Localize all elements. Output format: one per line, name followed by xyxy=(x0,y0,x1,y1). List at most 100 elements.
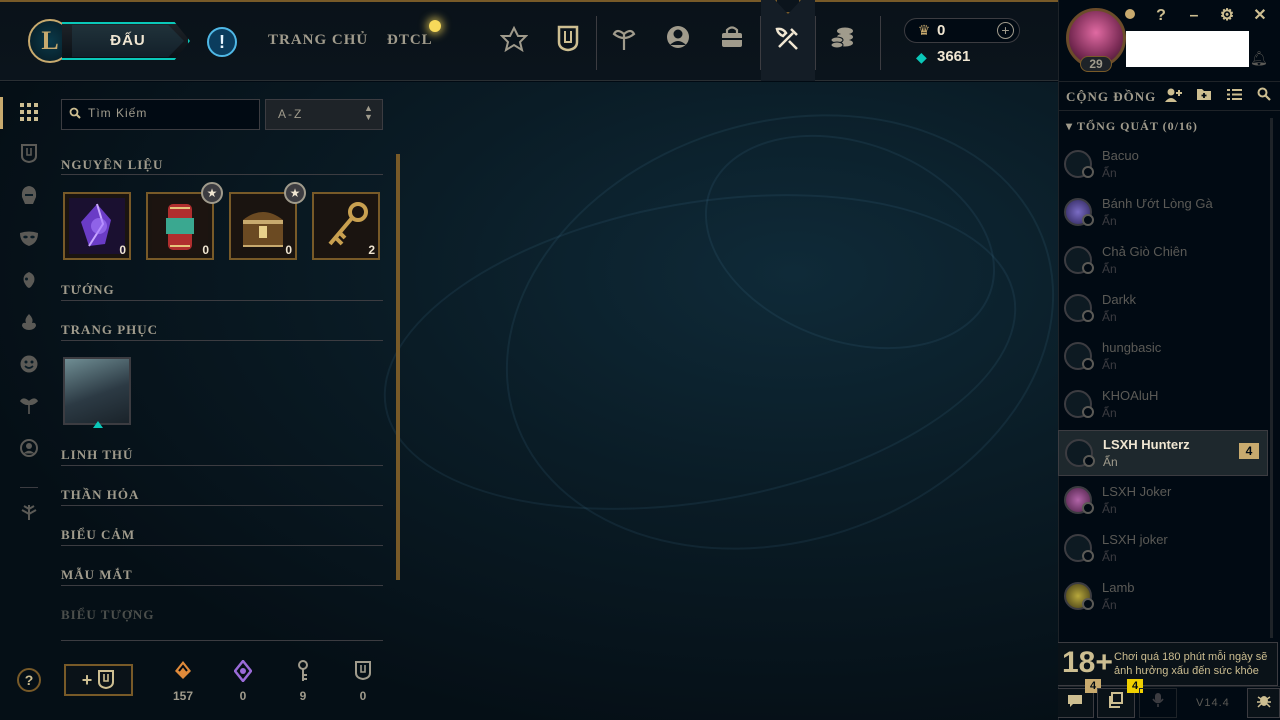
emote-face-icon[interactable] xyxy=(14,352,44,382)
collection-token-icon xyxy=(353,660,373,681)
nav-divider xyxy=(880,16,881,70)
loot-icon[interactable] xyxy=(773,24,803,58)
add-friend-icon[interactable] xyxy=(1165,87,1183,105)
play-button[interactable]: ĐẤU xyxy=(72,25,184,57)
bug-report-button[interactable] xyxy=(1247,688,1280,718)
friend-name: Bacuo xyxy=(1102,148,1139,163)
store-icon[interactable] xyxy=(717,24,747,58)
microphone-icon xyxy=(1152,693,1164,707)
minimize-button[interactable]: – xyxy=(1184,6,1204,26)
settings-button[interactable]: ⚙ xyxy=(1217,6,1237,26)
ward-skin-icon[interactable] xyxy=(14,394,44,424)
bug-icon xyxy=(1256,696,1271,708)
missions-icon xyxy=(1109,692,1123,708)
sort-chevron-icon: ▲ ▼ xyxy=(364,103,373,122)
list-item[interactable]: LSXH Hunterz Ẩn 4 xyxy=(1058,430,1268,476)
mythic-essence-value: 0 xyxy=(239,689,247,703)
craft-button[interactable]: + xyxy=(64,664,133,696)
buy-rp-button[interactable]: + xyxy=(997,22,1014,39)
collection-filter-icon[interactable] xyxy=(14,142,44,172)
summoner-name-box[interactable] xyxy=(1126,31,1249,67)
friend-group-header[interactable]: ▾ TỔNG QUÁT (0/16) xyxy=(1066,119,1198,134)
profile-icon[interactable] xyxy=(663,24,693,58)
client-version: V14.4 xyxy=(1196,697,1230,709)
list-item[interactable]: Chả Giò Chiên Ẩn xyxy=(1058,238,1268,284)
friend-status: Ẩn xyxy=(1102,406,1117,420)
help-button[interactable]: ? xyxy=(1151,6,1171,26)
friend-status: Ẩn xyxy=(1102,214,1117,228)
collection-token-icon xyxy=(98,670,115,690)
collection-icon[interactable] xyxy=(553,24,583,58)
list-item[interactable]: KHOAluH Ẩn xyxy=(1058,382,1268,428)
friend-avatar xyxy=(1064,198,1094,226)
nav-tft[interactable]: ĐTCL xyxy=(387,32,433,49)
friend-name: Chả Giò Chiên xyxy=(1102,244,1188,259)
list-item[interactable]: LSXH Joker Ẩn xyxy=(1058,478,1268,524)
list-item[interactable]: hungbasic Ẩn xyxy=(1058,334,1268,380)
loot-chest-item[interactable]: 0 xyxy=(229,192,297,260)
friend-name: KHOAluH xyxy=(1102,388,1159,403)
friend-avatar xyxy=(1065,439,1095,467)
friends-scrollbar[interactable] xyxy=(1270,118,1273,638)
add-folder-icon[interactable] xyxy=(1195,87,1213,105)
list-item[interactable]: Darkk Ẩn xyxy=(1058,286,1268,332)
plus-icon: + xyxy=(81,670,93,690)
star-icon: ★ xyxy=(201,182,223,204)
close-button[interactable]: ✕ xyxy=(1250,6,1270,26)
friend-avatar xyxy=(1064,294,1094,322)
sidebar-divider xyxy=(20,487,38,488)
loot-help-button[interactable]: ? xyxy=(17,668,41,692)
category-skins[interactable]: TRANG PHỤC xyxy=(61,322,158,338)
category-emotes[interactable]: BIỂU CẢM xyxy=(61,527,135,543)
ward-flame-icon[interactable] xyxy=(14,310,44,340)
search-input[interactable] xyxy=(88,106,256,120)
tft-filter-icon[interactable] xyxy=(14,500,44,530)
category-materials[interactable]: NGUYÊN LIỆU xyxy=(61,157,163,173)
category-icons[interactable]: BIỂU TƯỢNG xyxy=(61,607,154,623)
all-items-icon[interactable] xyxy=(14,100,44,130)
tft-icon[interactable] xyxy=(609,24,639,58)
category-wards[interactable]: THẦN HỎA xyxy=(61,487,139,503)
key-icon xyxy=(318,198,374,254)
honor-icon[interactable] xyxy=(499,24,529,58)
loot-capsule-item[interactable]: 0 xyxy=(146,192,214,260)
health-warning-text: Chơi quá 180 phút mỗi ngày sẽ ảnh hưởng … xyxy=(1114,651,1268,677)
category-champions[interactable]: TƯỚNG xyxy=(61,282,115,298)
list-item[interactable]: Lamb Ẩn xyxy=(1058,574,1268,620)
skin-mask-icon[interactable] xyxy=(14,226,44,256)
friend-name: LSXH joker xyxy=(1102,532,1168,547)
list-item[interactable]: Bánh Ướt Lòng Gà Ẩn xyxy=(1058,190,1268,236)
category-divider xyxy=(61,640,383,641)
orange-essence-value: 157 xyxy=(172,689,194,703)
alert-icon[interactable]: ! xyxy=(207,27,237,57)
sort-value: A-Z xyxy=(278,107,304,121)
blue-essence-icon: ◆ xyxy=(916,49,927,65)
friend-status: Ẩn xyxy=(1102,550,1117,564)
essence-crystal-icon xyxy=(69,198,125,254)
category-pets[interactable]: LINH THÚ xyxy=(61,447,133,463)
summoner-icon-filter-icon[interactable] xyxy=(14,436,44,466)
list-view-icon[interactable] xyxy=(1225,87,1243,105)
friend-status: Ẩn xyxy=(1102,358,1117,372)
friend-name: Lamb xyxy=(1102,580,1135,595)
list-item[interactable]: Bacuo Ẩn xyxy=(1058,142,1268,188)
list-item[interactable]: LSXH joker Ẩn xyxy=(1058,526,1268,572)
category-eyes[interactable]: MẪU MẮT xyxy=(61,567,133,583)
voice-button[interactable] xyxy=(1139,688,1177,718)
friend-avatar xyxy=(1064,534,1094,562)
friend-status: Ẩn xyxy=(1103,455,1118,469)
nav-divider xyxy=(596,16,597,70)
search-icon[interactable] xyxy=(1255,87,1273,105)
loot-key-item[interactable]: 2 xyxy=(312,192,380,260)
search-icon xyxy=(69,107,81,122)
pet-icon[interactable] xyxy=(14,268,44,298)
loot-essence-item[interactable]: 0 xyxy=(63,192,131,260)
bell-icon[interactable]: 🔔︎ xyxy=(1250,50,1268,67)
mythic-essence-icon xyxy=(233,658,253,684)
currency-store-icon[interactable] xyxy=(827,24,857,58)
nav-divider xyxy=(760,16,761,70)
nav-home[interactable]: TRANG CHỦ xyxy=(268,32,368,49)
skin-shard-item[interactable] xyxy=(63,357,131,425)
champion-helmet-icon[interactable] xyxy=(14,184,44,214)
loot-scrollbar[interactable] xyxy=(396,154,400,580)
